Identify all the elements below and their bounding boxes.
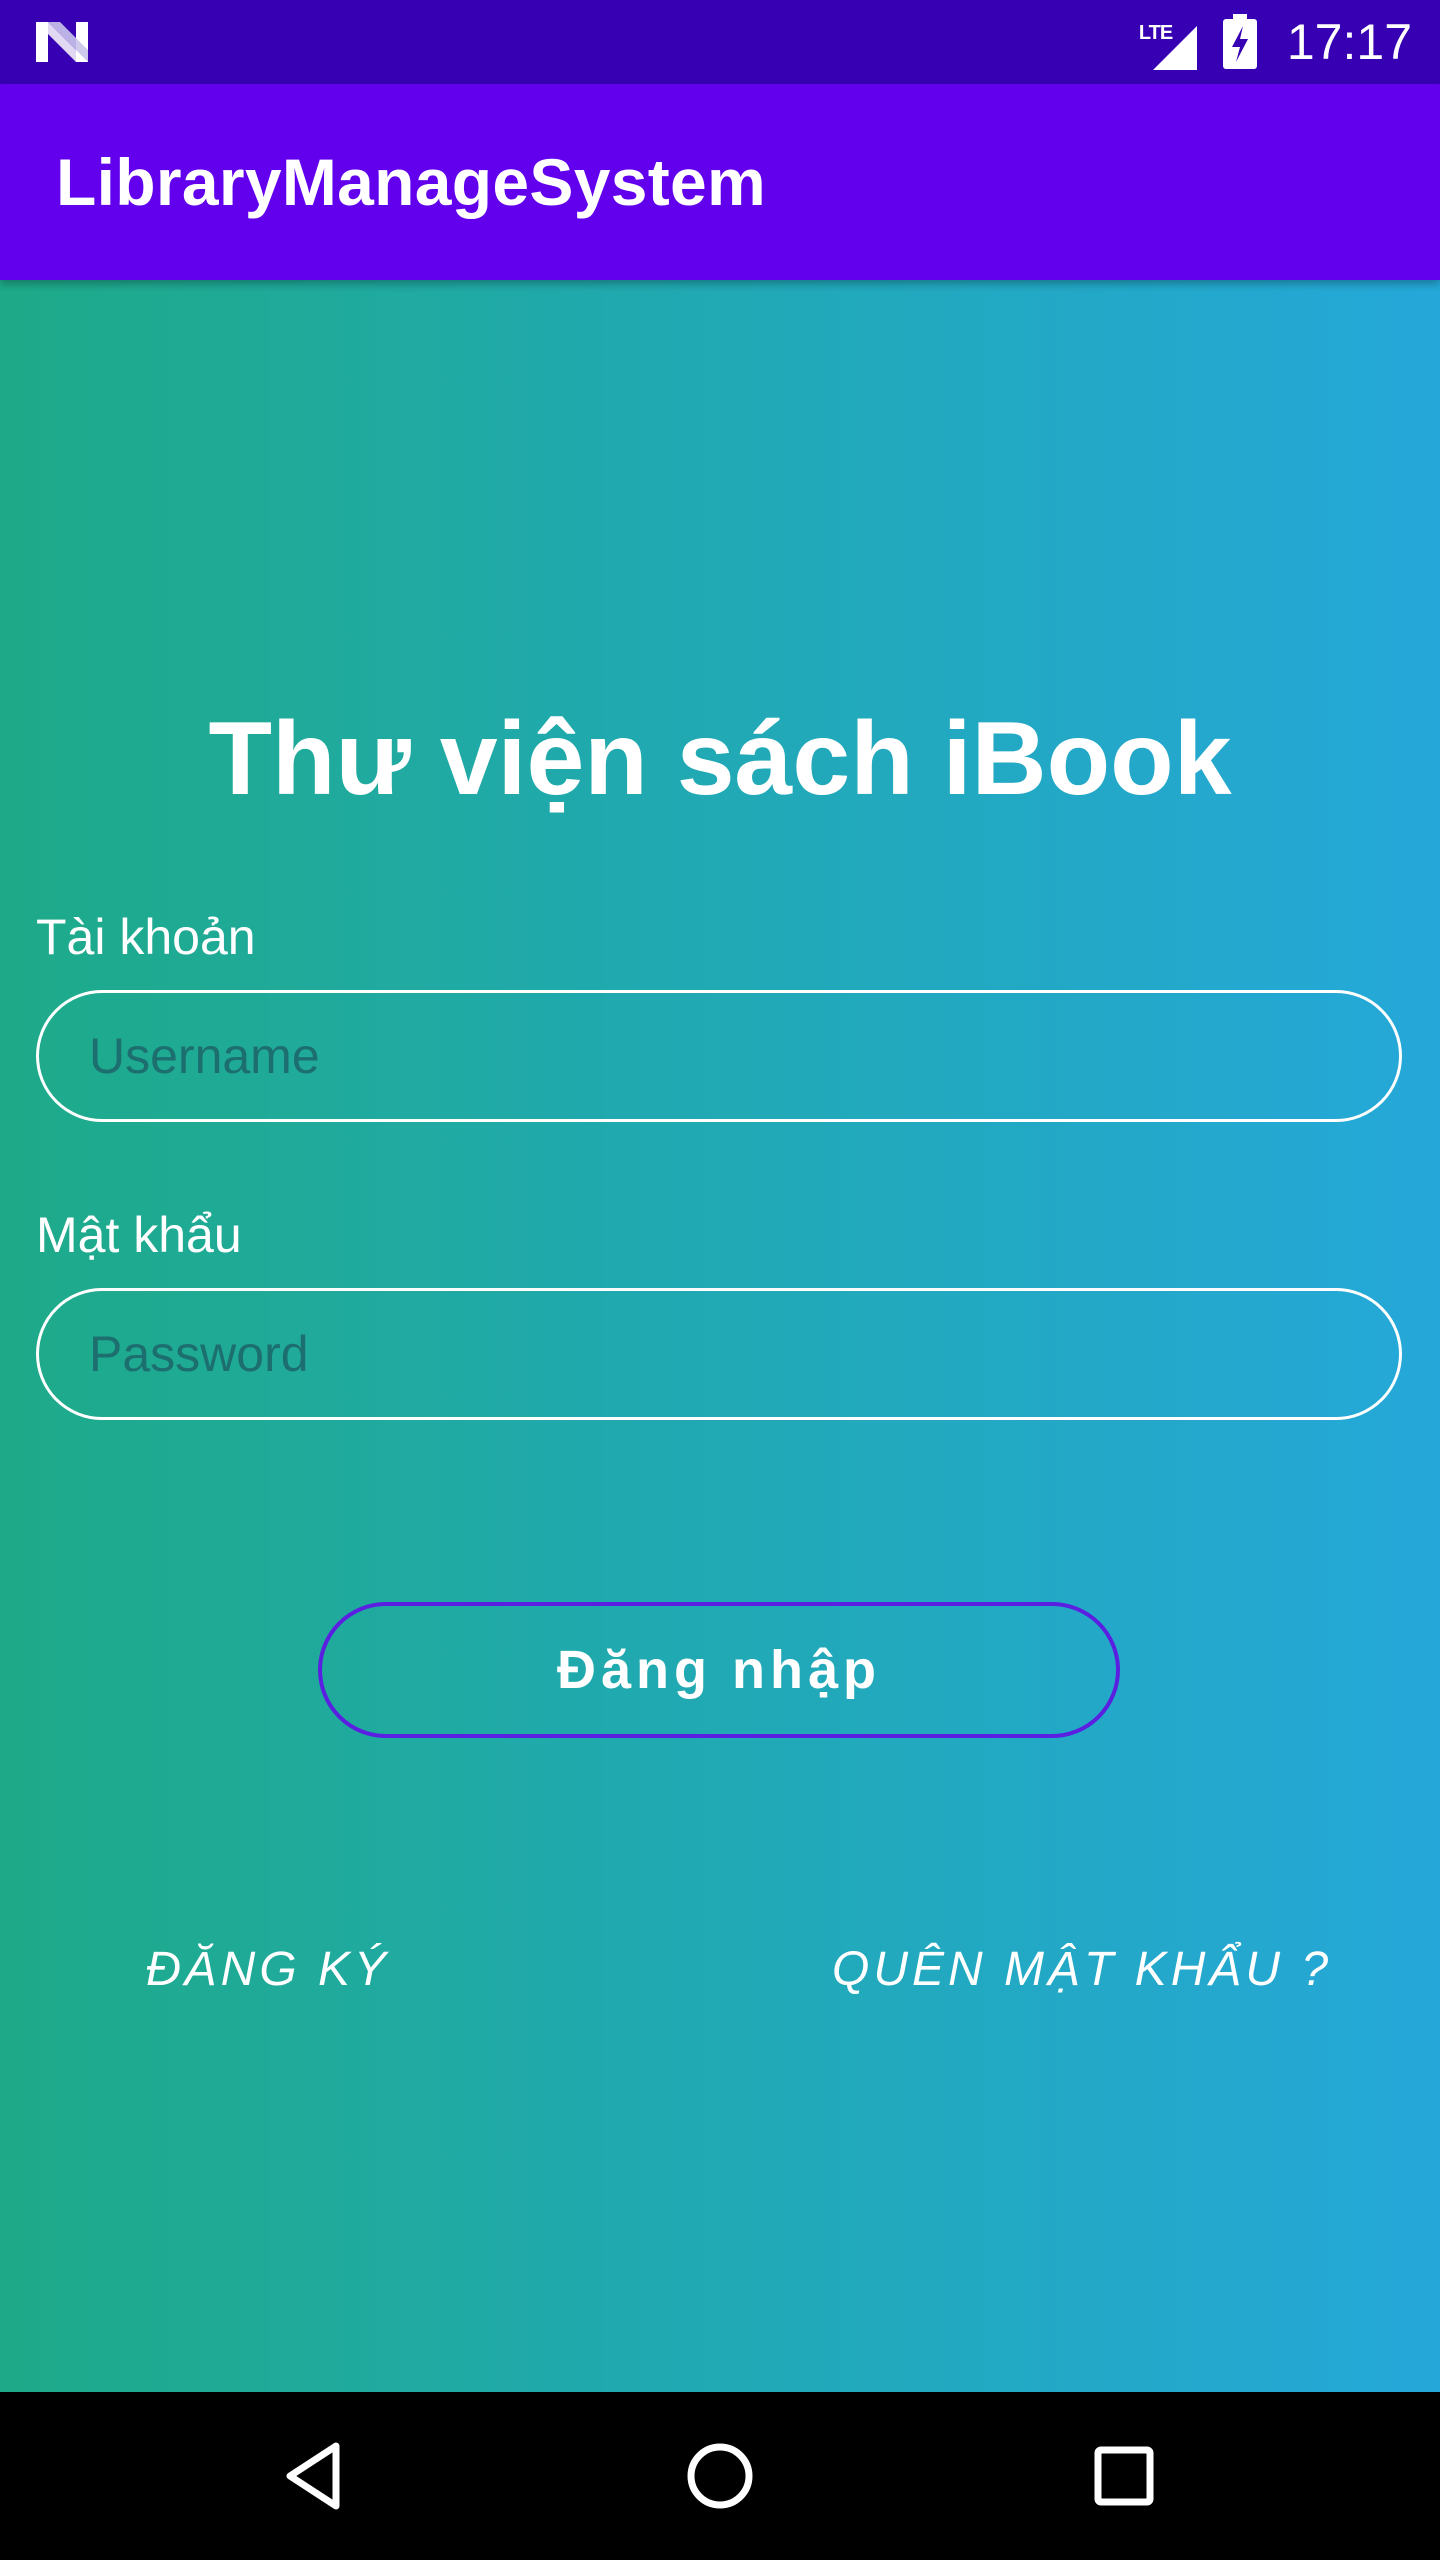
status-time: 17:17 <box>1286 14 1412 70</box>
android-n-logo-icon <box>36 22 88 62</box>
recents-icon[interactable] <box>1082 2434 1166 2518</box>
lte-signal-icon: LTE <box>1137 14 1203 70</box>
login-screen: LTE 17:17 LibraryManageSystem Thư viện s… <box>0 0 1440 2560</box>
network-type-label: LTE <box>1138 22 1173 44</box>
home-icon[interactable] <box>678 2434 762 2518</box>
username-label: Tài khoản <box>36 909 256 965</box>
status-bar: LTE 17:17 <box>0 0 1440 84</box>
navigation-bar <box>0 2392 1440 2560</box>
back-icon[interactable] <box>274 2434 358 2518</box>
password-label: Mật khẩu <box>36 1207 242 1263</box>
username-input[interactable] <box>36 990 1402 1122</box>
battery-charging-icon <box>1222 14 1257 69</box>
register-link[interactable]: ĐĂNG KÝ <box>146 1942 390 1997</box>
login-form-area: Thư viện sách iBook Tài khoản Mật khẩu Đ… <box>0 280 1440 2392</box>
app-bar: LibraryManageSystem <box>0 84 1440 280</box>
page-title: Thư viện sách iBook <box>208 701 1232 817</box>
forgot-password-link[interactable]: QUÊN MẬT KHẨU ? <box>832 1942 1332 1997</box>
password-input[interactable] <box>36 1288 1402 1420</box>
login-button[interactable]: Đăng nhập <box>318 1602 1120 1738</box>
app-title: LibraryManageSystem <box>56 145 766 219</box>
status-icons: LTE 17:17 <box>1137 0 1412 84</box>
